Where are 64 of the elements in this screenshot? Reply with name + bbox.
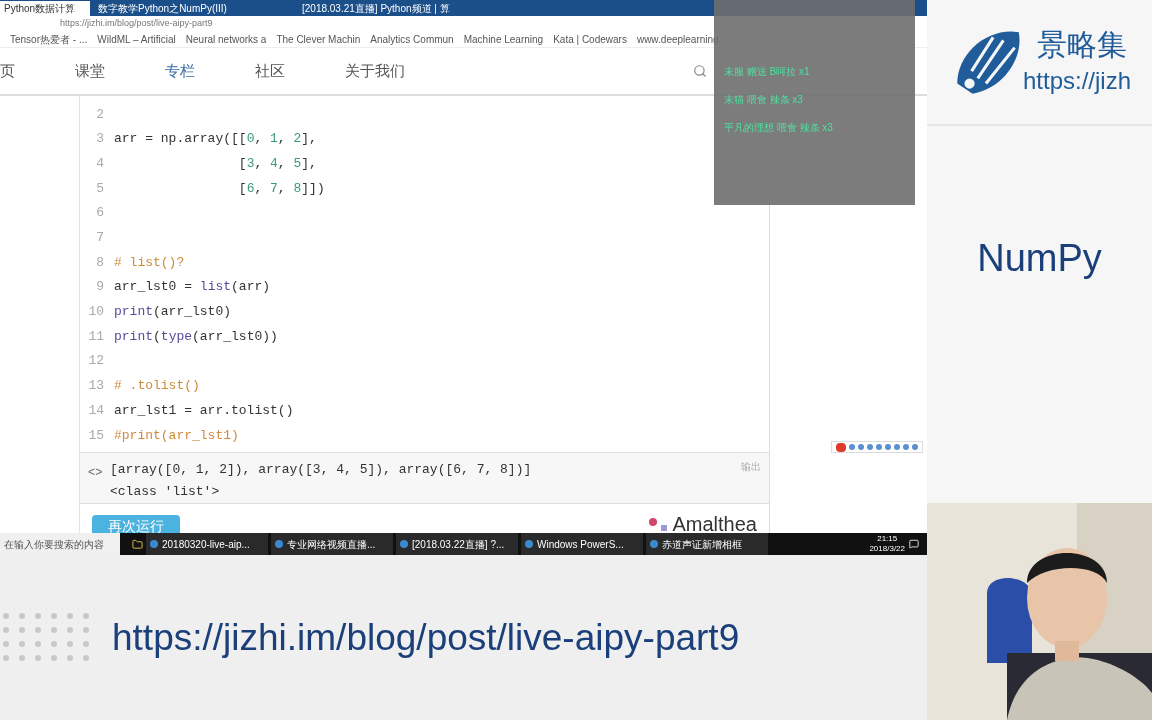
search-icon[interactable] bbox=[693, 64, 707, 78]
code-line: arr_lst1 = arr.tolist() bbox=[114, 402, 294, 418]
line-number: 9 bbox=[95, 278, 105, 297]
taskbar-app[interactable]: Windows PowerS... bbox=[521, 533, 643, 555]
output-line: <class 'list'> bbox=[110, 482, 221, 501]
code-line: # .tolist() bbox=[114, 378, 200, 394]
nav-link[interactable]: 页 bbox=[0, 59, 15, 83]
clock-time: 21:15 bbox=[877, 534, 898, 544]
code-line: arr = np.array([[0, 1, 2], bbox=[114, 131, 317, 147]
line-number: 5 bbox=[95, 179, 105, 198]
notification-icon[interactable] bbox=[909, 539, 919, 549]
bookmark-link[interactable]: Machine Learning bbox=[463, 32, 544, 47]
bookmark-link[interactable]: Kata | Codewars bbox=[553, 32, 627, 47]
gift-message: 未服 赠送 B呵拉 x1 bbox=[724, 65, 811, 79]
brand-name: Amalthea bbox=[672, 515, 757, 533]
code-line: [6, 7, 8]]) bbox=[237, 180, 325, 196]
code-line: print(type(arr_lst0)) bbox=[114, 328, 278, 344]
output-line: [array([0, 1, 2]), array([3, 4, 5]), array([6, 7, 8])] bbox=[110, 460, 532, 479]
line-number: 4 bbox=[95, 154, 105, 173]
slide-brand: 景略集 bbox=[1037, 27, 1128, 63]
code-line: arr_lst0 = list(arr) bbox=[114, 279, 271, 295]
folder-icon[interactable] bbox=[132, 538, 143, 550]
address-field[interactable]: https://jizhi.im/blog/post/live-aipy-part9 bbox=[60, 17, 213, 31]
line-number: 11 bbox=[87, 327, 105, 346]
taskbar-app[interactable]: 专业网络视频直播... bbox=[271, 533, 393, 555]
nav-link[interactable]: 关于我们 bbox=[345, 59, 405, 83]
line-number: 2 bbox=[95, 105, 105, 124]
line-number: 3 bbox=[95, 130, 105, 149]
line-number: 6 bbox=[95, 204, 105, 223]
nav-link[interactable]: 专栏 bbox=[165, 59, 195, 83]
bookmark-link[interactable]: Tensor热爱者 - ... bbox=[10, 32, 88, 47]
input-method-toolbar[interactable] bbox=[831, 441, 923, 453]
code-line: [3, 4, 5], bbox=[237, 155, 317, 171]
line-number: 7 bbox=[95, 229, 105, 248]
taskbar-app[interactable]: 赤道声证新增相框 bbox=[646, 533, 768, 555]
slide-title: NumPy bbox=[976, 236, 1103, 281]
banner-url: https://jizhi.im/blog/post/live-aipy-part9 bbox=[112, 615, 740, 660]
code-line: #print(arr_lst1) bbox=[114, 427, 239, 443]
line-number: 10 bbox=[87, 303, 105, 322]
taskbar-app[interactable]: 20180320-live-aip... bbox=[146, 533, 268, 555]
line-number: 15 bbox=[87, 426, 105, 445]
logo-icon bbox=[646, 517, 669, 533]
sogou-logo-icon bbox=[836, 442, 846, 452]
code-line: print(arr_lst0) bbox=[114, 304, 232, 320]
bookmark-link[interactable]: The Clever Machin bbox=[276, 32, 361, 47]
nav-link[interactable]: 社区 bbox=[255, 59, 285, 83]
taskbar-app[interactable]: [2018.03.22直播] ?... bbox=[396, 533, 518, 555]
line-number: 8 bbox=[95, 253, 105, 272]
gift-message: 末猫 喂食 辣条 x3 bbox=[724, 93, 804, 107]
bookmark-link[interactable]: Analytics Commun bbox=[370, 32, 454, 47]
gift-message: 平凡的理想 喂食 辣条 x3 bbox=[724, 121, 834, 135]
line-number: 12 bbox=[87, 352, 105, 371]
output-prompt-icon: <> bbox=[88, 465, 103, 480]
line-number: 14 bbox=[87, 401, 105, 420]
taskbar-search-field[interactable]: 在输入你要搜索的内容 bbox=[0, 533, 120, 555]
nav-link[interactable]: 课堂 bbox=[75, 59, 105, 83]
bookmark-link[interactable]: WildML – Artificial bbox=[97, 32, 176, 47]
output-label: 输出 bbox=[741, 459, 761, 474]
line-number: 13 bbox=[87, 377, 105, 396]
slide-url: https://jizh bbox=[1023, 66, 1132, 96]
bookmark-link[interactable]: Neural networks a bbox=[185, 32, 267, 47]
browser-tab[interactable]: Python数据计算 bbox=[0, 1, 90, 16]
clock-date: 2018/3/22 bbox=[869, 544, 905, 554]
code-line: # list()? bbox=[114, 254, 185, 270]
